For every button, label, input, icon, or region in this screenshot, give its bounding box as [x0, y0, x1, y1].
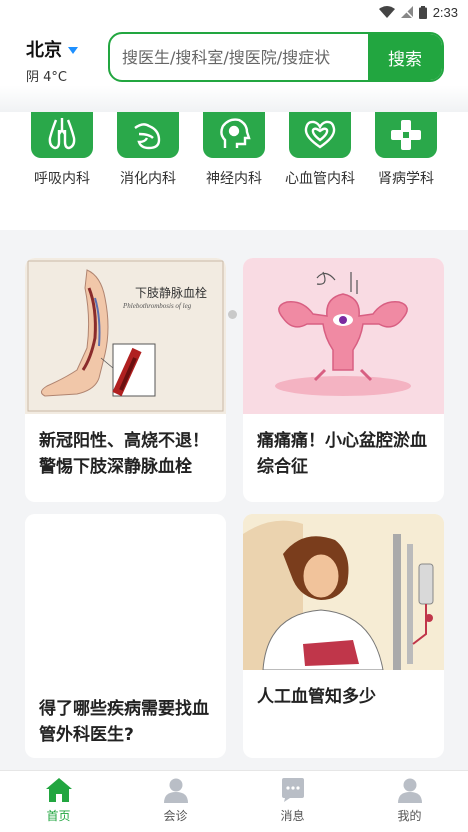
tab-messages[interactable]: 消息 — [234, 771, 351, 832]
bottom-tab-bar: 首页 会诊 消息 我的 — [0, 770, 468, 832]
department-digestive[interactable]: 消化内科 — [108, 112, 188, 188]
brain-icon — [203, 112, 265, 158]
image-subcaption: Phlebothrombosis of leg — [123, 302, 192, 310]
article-card[interactable]: 人工血管知多少 — [243, 514, 444, 758]
department-label: 呼吸内科 — [34, 171, 90, 187]
department-label: 消化内科 — [120, 171, 176, 187]
department-cardiovascular[interactable]: 心血管内科 — [280, 112, 360, 188]
image-caption: 下肢静脉血栓 — [135, 286, 208, 300]
signal-icon — [400, 6, 413, 18]
article-card[interactable]: 痛痛痛！小心盆腔淤血综合征 — [243, 258, 444, 502]
home-icon — [45, 778, 72, 802]
department-carousel: 呼吸内科 消化内科 神经内科 心血管内科 肾病学科 — [0, 112, 468, 319]
tab-home[interactable]: 首页 — [0, 771, 117, 832]
search-bar: 搜索 — [108, 32, 444, 82]
city-name: 北京 — [26, 40, 62, 61]
article-title: 痛痛痛！小心盆腔淤血综合征 — [257, 431, 427, 477]
article-image-patient — [243, 514, 444, 670]
article-image-uterus — [243, 258, 444, 414]
tab-label: 消息 — [280, 809, 305, 823]
article-card[interactable]: 下肢静脉血栓 Phlebothrombosis of leg 新冠阳性、高烧不退… — [25, 258, 226, 502]
department-label: 神经内科 — [206, 171, 262, 187]
city-selector[interactable]: 北京 — [26, 36, 78, 62]
search-input[interactable] — [110, 34, 368, 80]
department-respiratory[interactable]: 呼吸内科 — [22, 112, 102, 188]
person-icon — [163, 778, 188, 803]
search-button[interactable]: 搜索 — [368, 34, 442, 80]
tab-label: 会诊 — [163, 809, 188, 823]
wifi-icon — [378, 6, 395, 18]
header: 北京 阴 4°C 搜索 — [0, 24, 468, 112]
battery-icon — [418, 5, 427, 19]
article-title: 人工血管知多少 — [257, 687, 376, 707]
article-image-leg: 下肢静脉血栓 Phlebothrombosis of leg — [25, 258, 226, 414]
weather-text: 阴 4°C — [26, 70, 67, 85]
department-neurology[interactable]: 神经内科 — [194, 112, 274, 188]
status-time: 2:33 — [432, 4, 458, 20]
tab-profile[interactable]: 我的 — [351, 771, 468, 832]
tab-label: 我的 — [397, 809, 422, 823]
department-label: 心血管内科 — [285, 171, 355, 187]
carousel-dot[interactable] — [228, 310, 237, 319]
tab-label: 首页 — [46, 809, 71, 823]
kidney-icon — [375, 112, 437, 158]
heart-icon — [289, 112, 351, 158]
tab-consultation[interactable]: 会诊 — [117, 771, 234, 832]
article-title: 得了哪些疾病需要找血管外科医生? — [39, 699, 209, 745]
stomach-icon — [117, 112, 179, 158]
department-nephrology[interactable]: 肾病学科 — [366, 112, 446, 188]
message-icon — [281, 778, 304, 802]
department-label: 肾病学科 — [378, 171, 434, 187]
profile-icon — [397, 778, 422, 803]
dropdown-caret-icon — [68, 46, 78, 54]
status-bar: 2:33 — [0, 0, 468, 24]
article-image-placeholder — [25, 514, 226, 670]
article-title: 新冠阳性、高烧不退！警惕下肢深静脉血栓 — [39, 431, 209, 477]
lungs-icon — [31, 112, 93, 158]
article-card[interactable]: 得了哪些疾病需要找血管外科医生? — [25, 514, 226, 758]
